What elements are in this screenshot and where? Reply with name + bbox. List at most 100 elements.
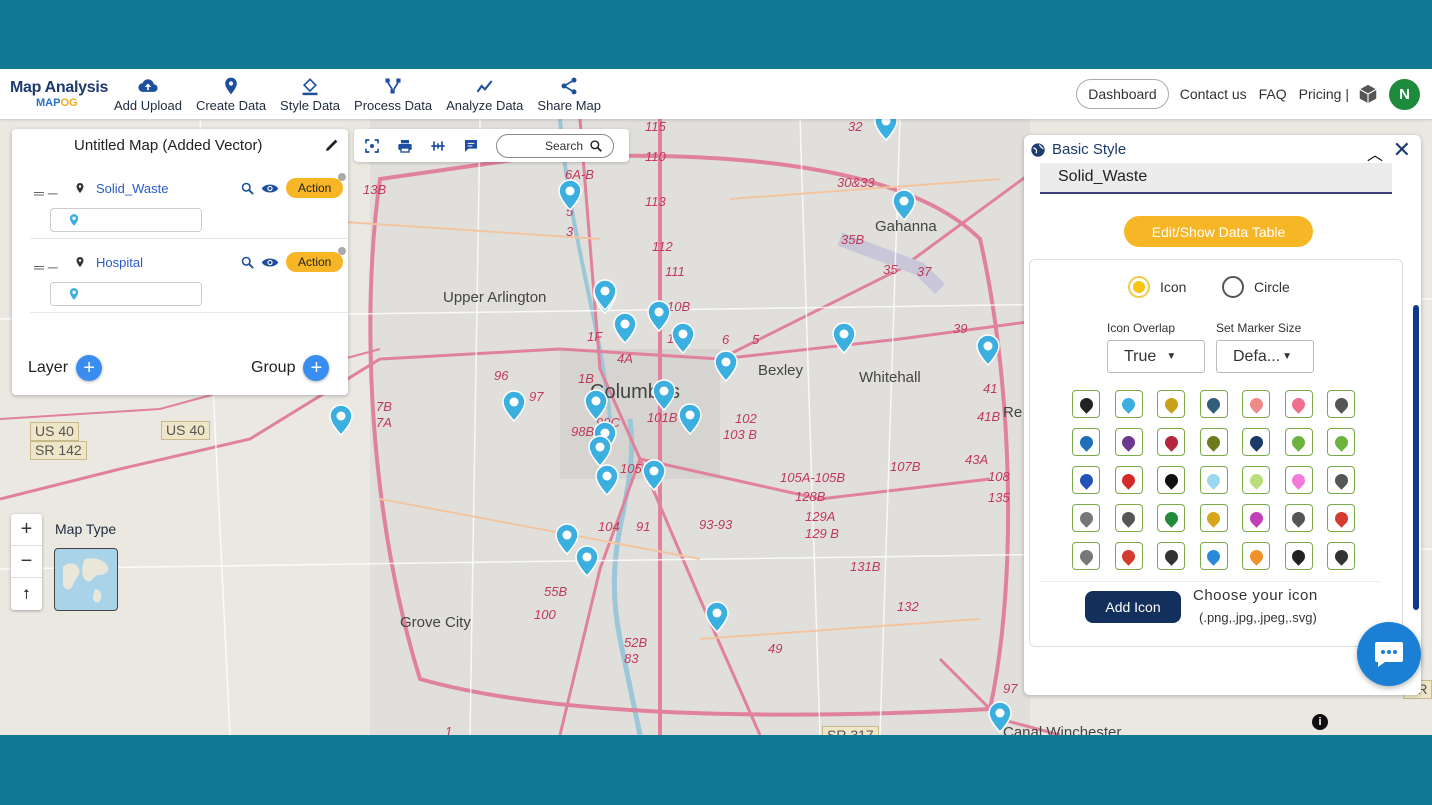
nav-create-data[interactable]: Create Data: [196, 76, 266, 113]
compass-icon[interactable]: ⭡: [11, 578, 42, 610]
map-pin-marker[interactable]: [976, 334, 1000, 366]
faq-link[interactable]: FAQ: [1259, 86, 1287, 102]
icon-overlap-select[interactable]: True ▼: [1107, 340, 1205, 373]
marker-option-icon[interactable]: [1072, 466, 1100, 494]
action-button[interactable]: Action: [286, 178, 344, 198]
focus-icon[interactable]: [364, 138, 380, 154]
marker-option-icon[interactable]: [1072, 390, 1100, 418]
map-pin-marker[interactable]: [575, 545, 599, 577]
edit-data-table-button[interactable]: Edit/Show Data Table: [1124, 216, 1313, 247]
map-pin-marker[interactable]: [671, 322, 695, 354]
map-pin-marker[interactable]: [329, 404, 353, 436]
contact-link[interactable]: Contact us: [1180, 86, 1247, 102]
drag-handle-icon[interactable]: ═ ─: [34, 185, 58, 201]
marker-option-icon[interactable]: [1284, 390, 1313, 418]
marker-option-icon[interactable]: [1114, 504, 1143, 532]
map-pin-marker[interactable]: [988, 701, 1012, 733]
nav-process-data[interactable]: Process Data: [354, 76, 432, 113]
map-pin-marker[interactable]: [678, 403, 702, 435]
map-type-thumbnail[interactable]: [54, 548, 118, 611]
marker-option-icon[interactable]: [1157, 428, 1185, 456]
marker-option-icon[interactable]: [1327, 504, 1355, 532]
map-pin-marker[interactable]: [642, 459, 666, 491]
map-pin-marker[interactable]: [705, 601, 729, 633]
zoom-to-layer-icon[interactable]: [240, 181, 255, 196]
map-pin-marker[interactable]: [502, 390, 526, 422]
logo[interactable]: Map Analysis MAPOG: [0, 79, 110, 109]
scrollbar[interactable]: [1413, 305, 1419, 610]
radio-circle[interactable]: Circle: [1222, 276, 1290, 298]
map-pin-marker[interactable]: [595, 464, 619, 496]
layer-name[interactable]: Hospital: [96, 255, 143, 270]
marker-option-icon[interactable]: [1114, 542, 1143, 570]
marker-option-icon[interactable]: [1284, 542, 1313, 570]
marker-option-icon[interactable]: [1327, 428, 1355, 456]
radio-circle-button[interactable]: [1222, 276, 1244, 298]
add-layer-plus-icon[interactable]: +: [76, 355, 103, 381]
marker-option-icon[interactable]: [1199, 428, 1228, 456]
marker-option-icon[interactable]: [1072, 428, 1100, 456]
marker-option-icon[interactable]: [1114, 428, 1143, 456]
nav-style-data[interactable]: Style Data: [280, 76, 340, 113]
map-pin-marker[interactable]: [613, 312, 637, 344]
marker-option-icon[interactable]: [1284, 466, 1313, 494]
layer-name[interactable]: Solid_Waste: [96, 181, 169, 196]
marker-option-icon[interactable]: [1284, 428, 1313, 456]
marker-option-icon[interactable]: [1157, 504, 1185, 532]
marker-option-icon[interactable]: [1199, 542, 1228, 570]
marker-option-icon[interactable]: [1157, 390, 1185, 418]
layer-row[interactable]: ═ ─ Solid_Waste Action: [30, 169, 348, 239]
marker-option-icon[interactable]: [1072, 504, 1100, 532]
drag-handle-icon[interactable]: ═ ─: [34, 259, 58, 275]
zoom-to-layer-icon[interactable]: [240, 255, 255, 270]
collapse-chevron-icon[interactable]: ︿: [1367, 141, 1383, 165]
pricing-link[interactable]: Pricing |: [1299, 86, 1349, 102]
action-button[interactable]: Action: [286, 252, 344, 272]
cube-icon[interactable]: [1357, 83, 1379, 105]
map-pin-marker[interactable]: [652, 379, 676, 411]
zoom-out-button[interactable]: −: [11, 546, 42, 578]
map-pin-marker[interactable]: [588, 435, 612, 467]
map-pin-marker[interactable]: [584, 389, 608, 421]
measure-icon[interactable]: [430, 138, 446, 154]
marker-option-icon[interactable]: [1242, 428, 1270, 456]
add-layer[interactable]: Layer +: [28, 355, 103, 381]
map-pin-marker[interactable]: [593, 279, 617, 311]
close-icon[interactable]: ✕: [1393, 137, 1411, 163]
nav-share-map[interactable]: Share Map: [537, 76, 601, 113]
map-pin-marker[interactable]: [892, 189, 916, 221]
radio-icon[interactable]: Icon: [1128, 276, 1186, 298]
pencil-icon[interactable]: [324, 137, 340, 153]
radio-icon-button[interactable]: [1128, 276, 1150, 298]
marker-option-icon[interactable]: [1072, 542, 1100, 570]
marker-option-icon[interactable]: [1327, 542, 1355, 570]
zoom-in-button[interactable]: +: [11, 514, 42, 546]
marker-option-icon[interactable]: [1242, 390, 1270, 418]
map-pin-marker[interactable]: [832, 322, 856, 354]
marker-option-icon[interactable]: [1114, 466, 1143, 494]
chat-button[interactable]: [1357, 622, 1421, 686]
marker-option-icon[interactable]: [1157, 542, 1185, 570]
avatar[interactable]: N: [1389, 78, 1420, 110]
map-pin-marker[interactable]: [558, 179, 582, 211]
layer-style-preview[interactable]: [50, 282, 202, 306]
dashboard-button[interactable]: Dashboard: [1076, 79, 1169, 109]
add-group-plus-icon[interactable]: +: [303, 355, 330, 381]
marker-option-icon[interactable]: [1284, 504, 1313, 532]
layer-select[interactable]: Solid_Waste: [1040, 163, 1392, 194]
marker-option-icon[interactable]: [1242, 542, 1270, 570]
layer-row[interactable]: ═ ─ Hospital Action: [30, 243, 348, 313]
marker-option-icon[interactable]: [1327, 390, 1355, 418]
marker-option-icon[interactable]: [1242, 504, 1270, 532]
marker-option-icon[interactable]: [1199, 390, 1228, 418]
add-icon-button[interactable]: Add Icon: [1085, 591, 1181, 623]
marker-option-icon[interactable]: [1199, 504, 1228, 532]
comment-icon[interactable]: [463, 138, 479, 154]
marker-option-icon[interactable]: [1242, 466, 1270, 494]
map-pin-marker[interactable]: [714, 350, 738, 382]
marker-option-icon[interactable]: [1327, 466, 1355, 494]
nav-analyze-data[interactable]: Analyze Data: [446, 76, 523, 113]
marker-option-icon[interactable]: [1114, 390, 1143, 418]
visibility-icon[interactable]: [261, 255, 279, 270]
info-icon[interactable]: i: [1312, 714, 1328, 730]
